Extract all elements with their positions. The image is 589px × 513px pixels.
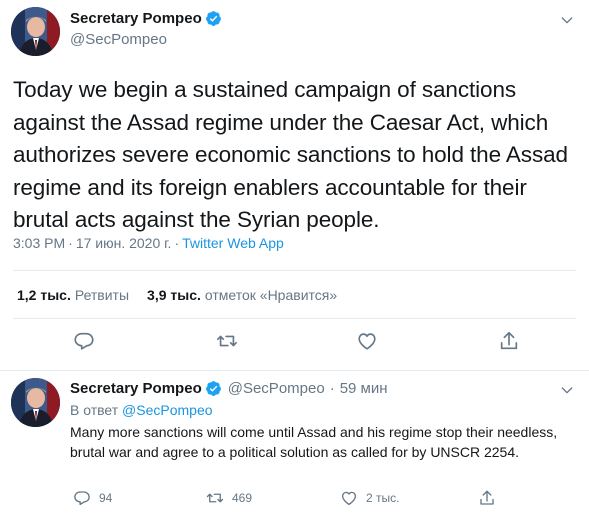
share-icon (480, 490, 494, 505)
reply-author-handle[interactable]: @SecPompeo (228, 380, 325, 397)
meta-separator: · (68, 235, 73, 251)
retweets-stat[interactable]: 1,2 тыс. Ретвиты (17, 287, 129, 303)
meta-separator-2: · (174, 235, 180, 251)
reply-icon (74, 332, 94, 350)
verified-badge-icon (205, 381, 221, 396)
reply-tweet[interactable]: Secretary Pompeo @SecPompeo · 59 мин В о… (0, 372, 589, 513)
retweet-button[interactable]: 469 (206, 489, 252, 507)
avatar-image (11, 7, 60, 56)
like-button[interactable] (356, 330, 378, 352)
heart-icon (358, 333, 376, 350)
verified-badge-icon (205, 11, 221, 26)
header-separator: · (329, 380, 335, 397)
retweet-count: 469 (232, 491, 253, 505)
reply-to-label: В ответ (70, 402, 119, 418)
avatar[interactable] (11, 378, 60, 427)
divider (13, 270, 576, 271)
retweet-icon (206, 493, 224, 503)
likes-stat[interactable]: 3,9 тыс. отметок «Нравится» (147, 287, 337, 303)
like-count: 2 тыс. (366, 491, 400, 505)
share-button[interactable] (498, 330, 520, 352)
tweet-date[interactable]: 17 июн. 2020 г. (76, 235, 172, 251)
main-tweet: Secretary Pompeo @SecPompeo Today we beg… (0, 0, 589, 371)
reply-author-display-name[interactable]: Secretary Pompeo (70, 380, 202, 397)
retweet-button[interactable] (216, 330, 238, 352)
retweets-label: Ретвиты (74, 287, 130, 303)
reply-actions: 94 469 2 тыс. (0, 489, 589, 509)
reply-text: Many more sanctions will come until Assa… (70, 424, 558, 460)
chevron-down-icon[interactable] (559, 12, 575, 28)
likes-label: отметок «Нравится» (204, 287, 338, 303)
tweet-time[interactable]: 3:03 PM (13, 235, 65, 251)
reply-time[interactable]: 59 мин (340, 380, 388, 397)
likes-count: 3,9 тыс. (147, 287, 201, 303)
reply-count: 94 (99, 491, 113, 505)
heart-icon (341, 491, 357, 506)
tweet-actions (0, 330, 589, 358)
retweets-count: 1,2 тыс. (17, 287, 71, 303)
tweet-meta: 3:03 PM · 17 июн. 2020 г. · Twitter Web App (13, 235, 284, 251)
reply-to-mention[interactable]: @SecPompeo (122, 402, 212, 418)
share-button[interactable] (478, 489, 504, 507)
divider (13, 318, 576, 319)
reply-context: В ответ @SecPompeo (70, 402, 213, 418)
author-display-name[interactable]: Secretary Pompeo (70, 10, 202, 27)
share-icon (500, 331, 518, 350)
author-name-row: Secretary Pompeo (70, 10, 222, 27)
chevron-down-icon[interactable] (559, 382, 575, 398)
reply-button[interactable]: 94 (73, 489, 112, 507)
retweet-icon (217, 335, 237, 347)
author-handle[interactable]: @SecPompeo (70, 31, 167, 48)
engagement-stats: 1,2 тыс. Ретвиты 3,9 тыс. отметок «Нравитс… (17, 287, 355, 303)
avatar[interactable] (11, 7, 60, 56)
reply-button[interactable] (73, 330, 95, 352)
like-button[interactable]: 2 тыс. (340, 489, 399, 507)
avatar-image (11, 378, 60, 427)
source-app-link[interactable]: Twitter Web App (182, 235, 284, 251)
reply-icon (74, 491, 90, 506)
tweet-text: Today we begin a sustained campaign of s… (13, 77, 568, 232)
reply-header: Secretary Pompeo @SecPompeo · 59 мин (70, 380, 388, 397)
